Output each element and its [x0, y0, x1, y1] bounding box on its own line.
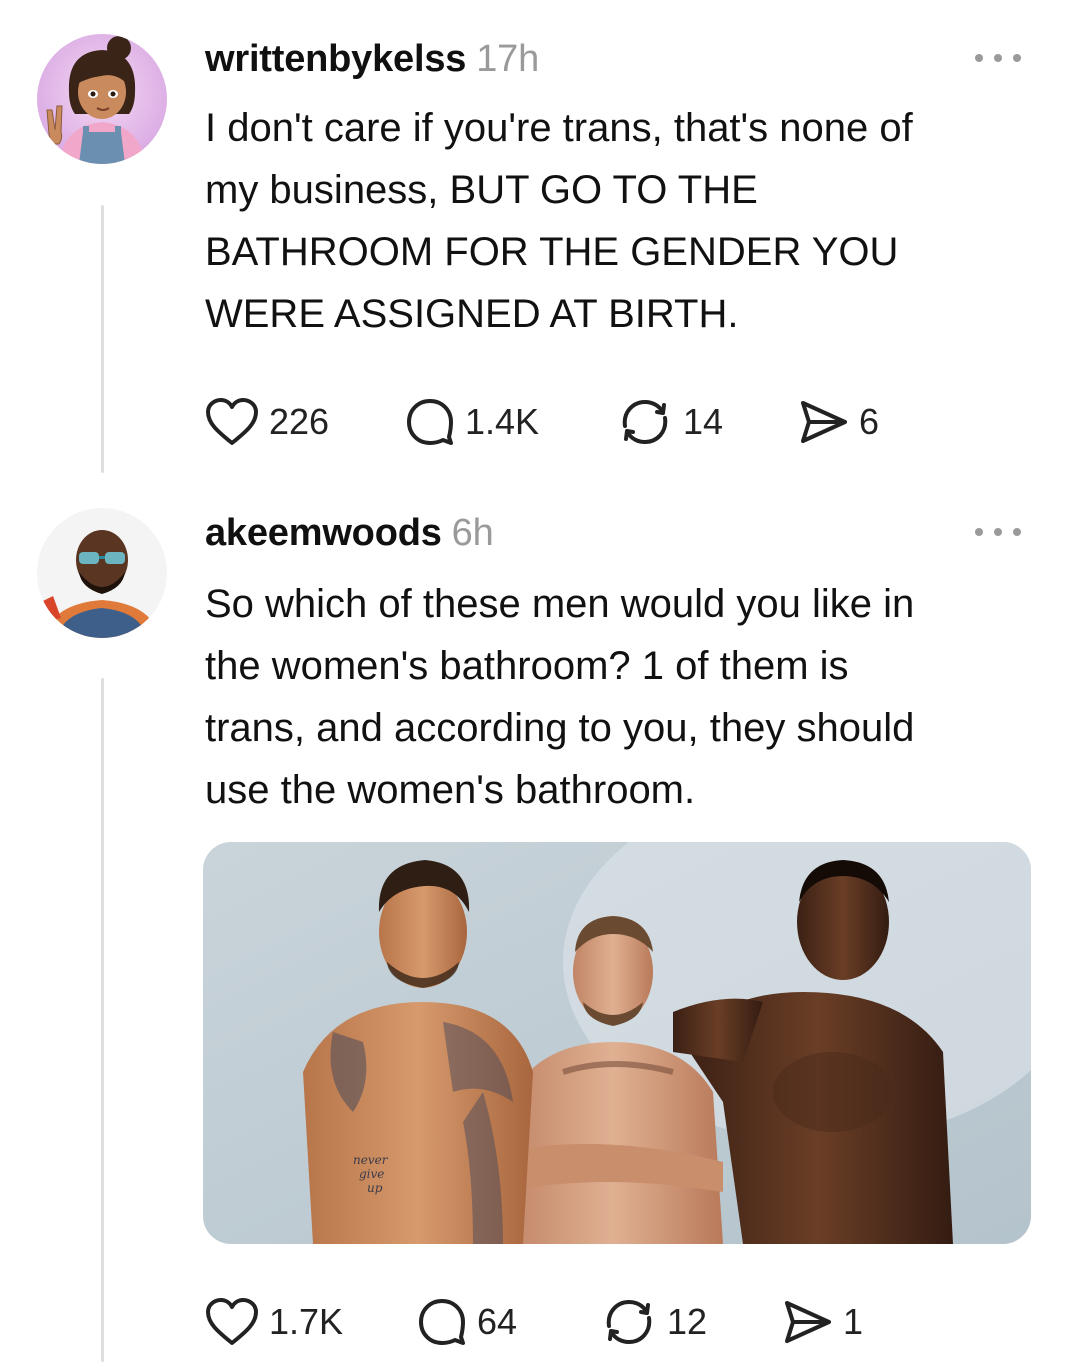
tattoo-text: give [359, 1167, 384, 1181]
more-dots-icon[interactable] [975, 522, 1021, 542]
repost-button[interactable]: 14 [617, 396, 797, 448]
username-text[interactable]: akeemwoods [205, 512, 442, 554]
heart-icon [206, 398, 258, 445]
share-count: 1 [843, 1301, 864, 1342]
share-button[interactable]: 1 [781, 1297, 863, 1347]
reply-button[interactable]: 64 [417, 1297, 601, 1347]
repost-count: 12 [667, 1301, 708, 1342]
like-button[interactable]: 1.7K [205, 1297, 417, 1347]
post-text: I don't care if you're trans, that's non… [205, 97, 1035, 345]
action-bar: 1.7K 64 12 1 [205, 1292, 863, 1352]
post-text: So which of these men would you like in … [205, 573, 1035, 821]
avatar-writtenbykelss[interactable] [37, 34, 167, 164]
speech-bubble-icon [419, 1299, 465, 1345]
more-dots-icon[interactable] [975, 48, 1021, 68]
username[interactable]: writtenbykelss 17h [205, 38, 539, 81]
post-text-line: trans, and according to you, they should [205, 706, 915, 750]
post-text-line: BATHROOM FOR THE GENDER YOU [205, 230, 899, 274]
tattoo-text: up [367, 1181, 383, 1195]
paper-plane-icon [785, 1301, 831, 1343]
post-text-line: WERE ASSIGNED AT BIRTH. [205, 292, 739, 336]
like-button[interactable]: 226 [205, 397, 405, 447]
post-image[interactable]: never give up [203, 842, 1031, 1244]
timestamp: 6h [451, 512, 494, 554]
heart-icon [206, 1298, 258, 1345]
tattoo-text: never [353, 1153, 389, 1167]
repost-arrows-icon [606, 1299, 652, 1345]
username-text[interactable]: writtenbykelss [205, 38, 466, 80]
repost-arrows-icon [622, 399, 668, 445]
repost-count: 14 [683, 401, 724, 442]
reply-count: 64 [477, 1301, 518, 1342]
paper-plane-icon [801, 401, 847, 443]
thread-line [101, 205, 104, 473]
like-count: 226 [269, 401, 330, 442]
thread-line [101, 678, 104, 1362]
speech-bubble-icon [407, 399, 453, 445]
post-text-line: So which of these men would you like in [205, 582, 915, 626]
action-bar: 226 1.4K 14 6 [205, 392, 879, 452]
post-text-line: use the women's bathroom. [205, 768, 696, 812]
repost-button[interactable]: 12 [601, 1296, 781, 1348]
share-count: 6 [859, 401, 880, 442]
reply-button[interactable]: 1.4K [405, 397, 617, 447]
post-text-line: I don't care if you're trans, that's non… [205, 106, 913, 150]
avatar-akeemwoods[interactable] [37, 508, 167, 638]
reply-count: 1.4K [465, 401, 540, 442]
share-button[interactable]: 6 [797, 397, 879, 447]
username[interactable]: akeemwoods 6h [205, 512, 494, 555]
timestamp: 17h [476, 38, 540, 80]
like-count: 1.7K [269, 1301, 344, 1342]
post-text-line: the women's bathroom? 1 of them is [205, 644, 849, 688]
post-text-line: my business, BUT GO TO THE [205, 168, 758, 212]
